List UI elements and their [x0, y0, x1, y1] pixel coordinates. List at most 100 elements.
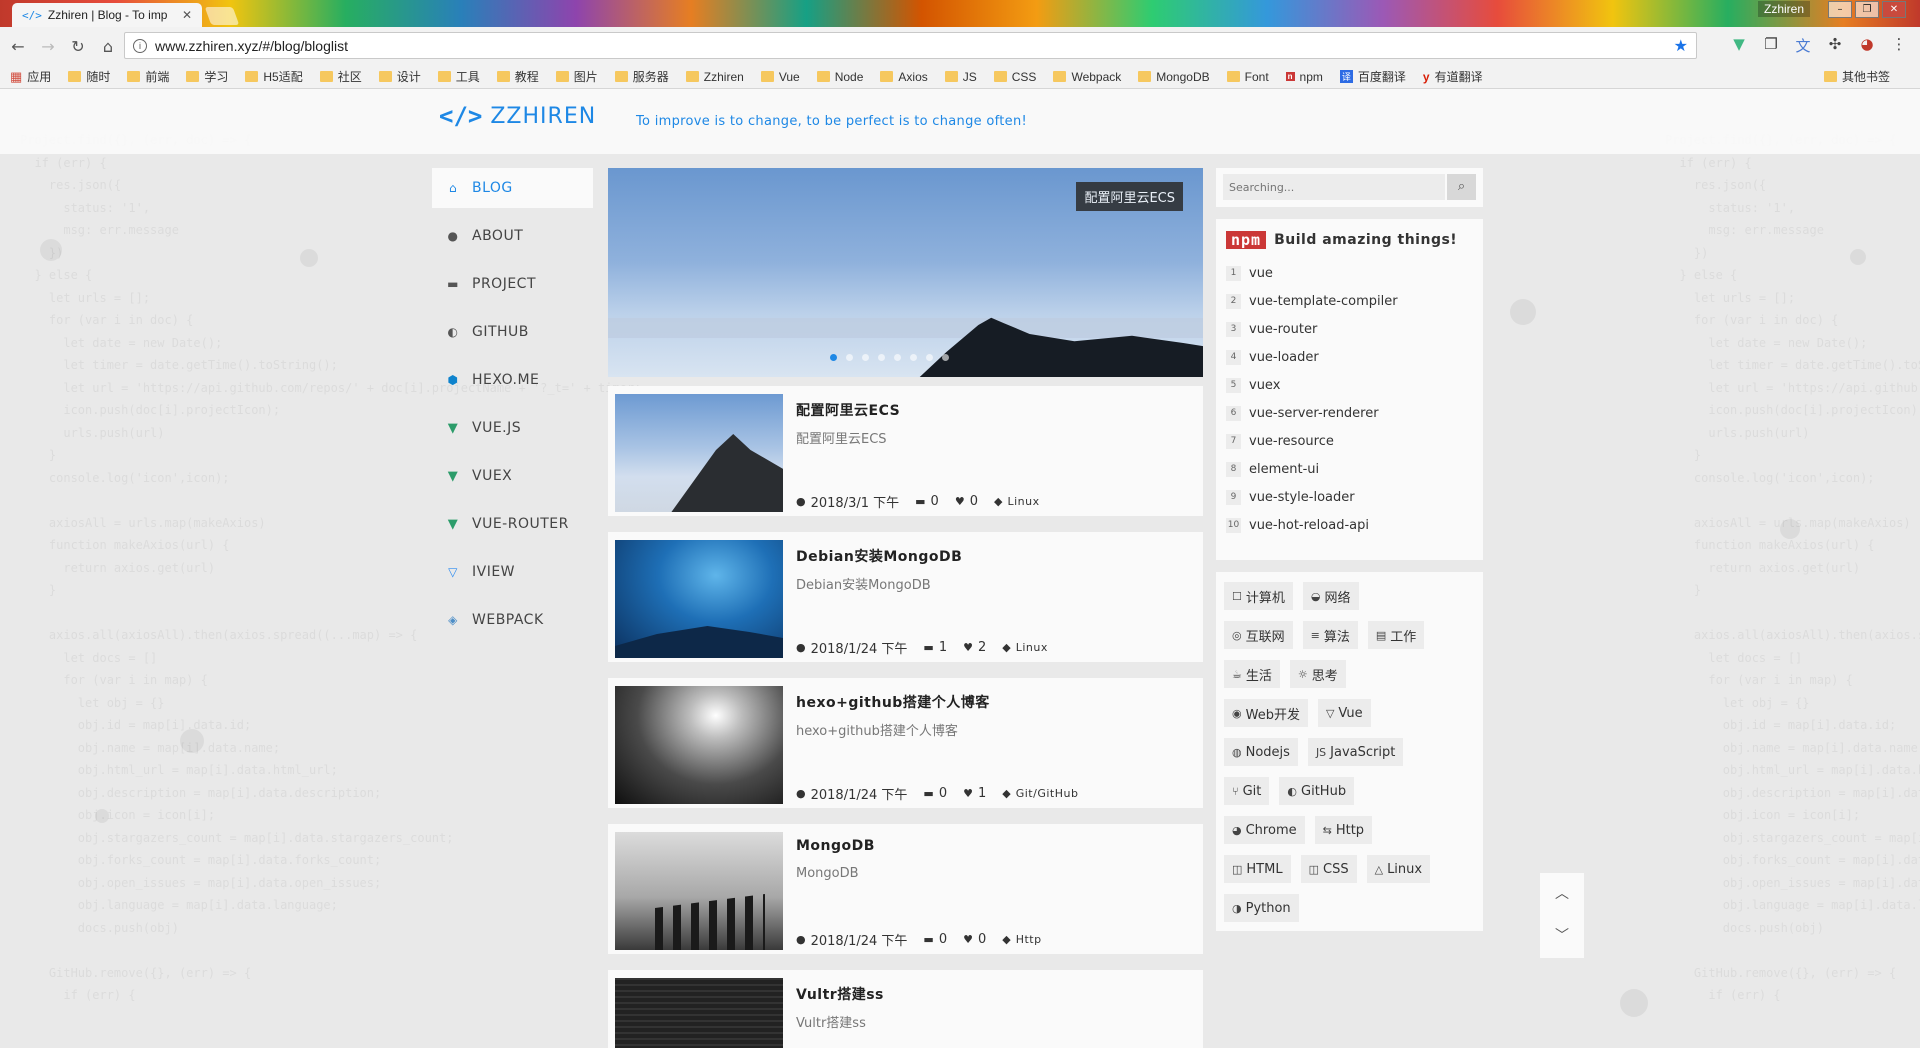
nav-item-webpack[interactable]: ◈ WEBPACK	[432, 600, 593, 640]
carousel-dot[interactable]	[830, 354, 837, 361]
nav-item-vuex[interactable]: ▼ VUEX	[432, 456, 593, 496]
close-icon[interactable]: ✕	[182, 8, 192, 22]
bookmark-folder[interactable]: 服务器	[614, 68, 669, 85]
carousel-dot[interactable]	[942, 354, 949, 361]
tag-item[interactable]: ◫ HTML	[1224, 855, 1291, 883]
tag-item[interactable]: ◒ 网络	[1302, 582, 1359, 610]
post-tag[interactable]: Git/GitHub	[1016, 787, 1079, 800]
post-thumbnail[interactable]	[615, 978, 783, 1048]
info-icon[interactable]: i	[133, 38, 147, 53]
nav-item-project[interactable]: ▬ PROJECT	[432, 264, 593, 304]
copy-icon[interactable]: ❐	[1762, 35, 1780, 56]
heart-icon[interactable]: ♥	[963, 787, 973, 800]
tag-item[interactable]: △ Linux	[1366, 855, 1431, 883]
tag-item[interactable]: ◉ Web开发	[1224, 699, 1308, 727]
reload-icon[interactable]: ↻	[66, 37, 90, 56]
vue-devtools-icon[interactable]: ▼	[1730, 35, 1748, 56]
npm-package-item[interactable]: 9 vue-style-loader	[1226, 483, 1473, 511]
tag-item[interactable]: ⑂ Git	[1224, 777, 1270, 805]
maximize-button[interactable]: ❐	[1855, 1, 1879, 18]
bookmark-folder[interactable]: Axios	[880, 70, 928, 84]
carousel-dot[interactable]	[862, 354, 869, 361]
menu-icon[interactable]: ⋮	[1890, 35, 1908, 56]
carousel-caption[interactable]: 配置阿里云ECS	[1076, 182, 1183, 211]
tag-item[interactable]: ▽ Vue	[1317, 699, 1371, 727]
npm-package-item[interactable]: 2 vue-template-compiler	[1226, 287, 1473, 315]
heart-icon[interactable]: ♥	[955, 495, 965, 508]
nav-item-github[interactable]: ◐ GITHUB	[432, 312, 593, 352]
tag-item[interactable]: ◫ CSS	[1300, 855, 1357, 883]
post-thumbnail[interactable]	[615, 540, 783, 658]
bookmark-folder[interactable]: 教程	[496, 68, 539, 85]
carousel-dot[interactable]	[846, 354, 853, 361]
nav-item-vue-router[interactable]: ▼ VUE-ROUTER	[432, 504, 593, 544]
bookmark-folder[interactable]: 学习	[186, 68, 228, 85]
bookmark-folder[interactable]: CSS	[993, 70, 1036, 84]
translate-icon[interactable]: 文	[1794, 35, 1812, 56]
bookmark-folder[interactable]: JS	[944, 70, 977, 84]
npm-package-item[interactable]: 4 vue-loader	[1226, 343, 1473, 371]
back-icon[interactable]: ←	[6, 37, 30, 56]
tag-item[interactable]: ▤ 工作	[1367, 621, 1425, 649]
nav-item-hexo[interactable]: ⬢ HEXO.ME	[432, 360, 593, 400]
close-window-button[interactable]: ✕	[1882, 1, 1906, 18]
post-card[interactable]: 配置阿里云ECS 配置阿里云ECS ● 2018/3/1 下午 ▬ 0 ♥ 0 ◆ Li…	[608, 386, 1203, 516]
bookmark-folder[interactable]: 工具	[437, 68, 480, 85]
bookmark-apps[interactable]: ▦ 应用	[10, 68, 51, 85]
post-title[interactable]: hexo+github搭建个人博客	[796, 692, 990, 712]
bookmark-folder[interactable]: 图片	[555, 68, 598, 85]
carousel-dot[interactable]	[926, 354, 933, 361]
post-tag[interactable]: Http	[1016, 933, 1042, 946]
tag-item[interactable]: ☐ 计算机	[1224, 582, 1293, 610]
post-thumbnail[interactable]	[615, 832, 783, 950]
npm-package-item[interactable]: 6 vue-server-renderer	[1226, 399, 1473, 427]
post-thumbnail[interactable]	[615, 394, 783, 512]
post-card[interactable]: hexo+github搭建个人博客 hexo+github搭建个人博客 ● 201…	[608, 678, 1203, 808]
bookmark-folder[interactable]: 随时	[68, 68, 110, 85]
nav-item-about[interactable]: ● ABOUT	[432, 216, 593, 256]
post-title[interactable]: MongoDB	[796, 838, 875, 854]
tag-item[interactable]: ◐ GitHub	[1279, 777, 1355, 805]
tag-item[interactable]: JS JavaScript	[1307, 738, 1404, 766]
carousel-dot[interactable]	[910, 354, 917, 361]
scroll-up-button[interactable]: ︿	[1540, 873, 1584, 915]
bookmark-other[interactable]: 其他书签	[1823, 68, 1890, 85]
tag-item[interactable]: ⇆ Http	[1314, 816, 1373, 844]
bookmark-npm[interactable]: n npm	[1285, 70, 1323, 84]
site-logo[interactable]: </> ZZHIREN	[439, 102, 596, 130]
bookmark-folder[interactable]: Node	[816, 70, 863, 84]
new-tab-button[interactable]	[204, 7, 240, 25]
forward-icon[interactable]: →	[36, 37, 60, 56]
tag-item[interactable]: ◎ 互联网	[1224, 621, 1293, 649]
search-icon[interactable]: ⌕	[1447, 174, 1476, 200]
bookmark-youdao-translate[interactable]: y 有道翻译	[1423, 68, 1483, 85]
bookmark-folder[interactable]: Webpack	[1053, 70, 1121, 84]
heart-icon[interactable]: ♥	[963, 933, 973, 946]
window-user-badge[interactable]: Zzhiren	[1758, 1, 1811, 17]
home-icon[interactable]: ⌂	[96, 37, 120, 56]
bookmark-folder[interactable]: Font	[1226, 70, 1269, 84]
npm-package-item[interactable]: 10 vue-hot-reload-api	[1226, 511, 1473, 539]
nav-item-iview[interactable]: ▽ IVIEW	[432, 552, 593, 592]
heart-icon[interactable]: ♥	[963, 641, 973, 654]
browser-tab[interactable]: </> Zzhiren | Blog - To imp ✕	[12, 3, 202, 27]
bookmark-folder[interactable]: Vue	[760, 70, 800, 84]
nav-item-blog[interactable]: ⌂ BLOG	[432, 168, 593, 208]
bookmark-folder[interactable]: H5适配	[245, 68, 303, 85]
carousel[interactable]: 配置阿里云ECS	[608, 168, 1203, 377]
carousel-dot[interactable]	[878, 354, 885, 361]
star-icon[interactable]: ★	[1674, 36, 1688, 56]
npm-package-item[interactable]: 7 vue-resource	[1226, 427, 1473, 455]
search-input[interactable]	[1223, 174, 1445, 200]
address-bar[interactable]: i www.zzhiren.xyz/#/blog/bloglist ★	[124, 32, 1697, 59]
post-card[interactable]: Debian安装MongoDB Debian安装MongoDB ● 2018/1/…	[608, 532, 1203, 662]
nav-item-vuejs[interactable]: ▼ VUE.JS	[432, 408, 593, 448]
chrome-icon[interactable]: ◕	[1858, 35, 1876, 56]
post-title[interactable]: Debian安装MongoDB	[796, 546, 962, 566]
scroll-down-button[interactable]: ﹀	[1540, 915, 1584, 957]
tag-item[interactable]: ◑ Python	[1224, 894, 1299, 922]
post-title[interactable]: Vultr搭建ss	[796, 984, 884, 1004]
tag-item[interactable]: ◍ Nodejs	[1224, 738, 1298, 766]
post-tag[interactable]: Linux	[1016, 641, 1048, 654]
bookmark-folder[interactable]: 社区	[319, 68, 362, 85]
